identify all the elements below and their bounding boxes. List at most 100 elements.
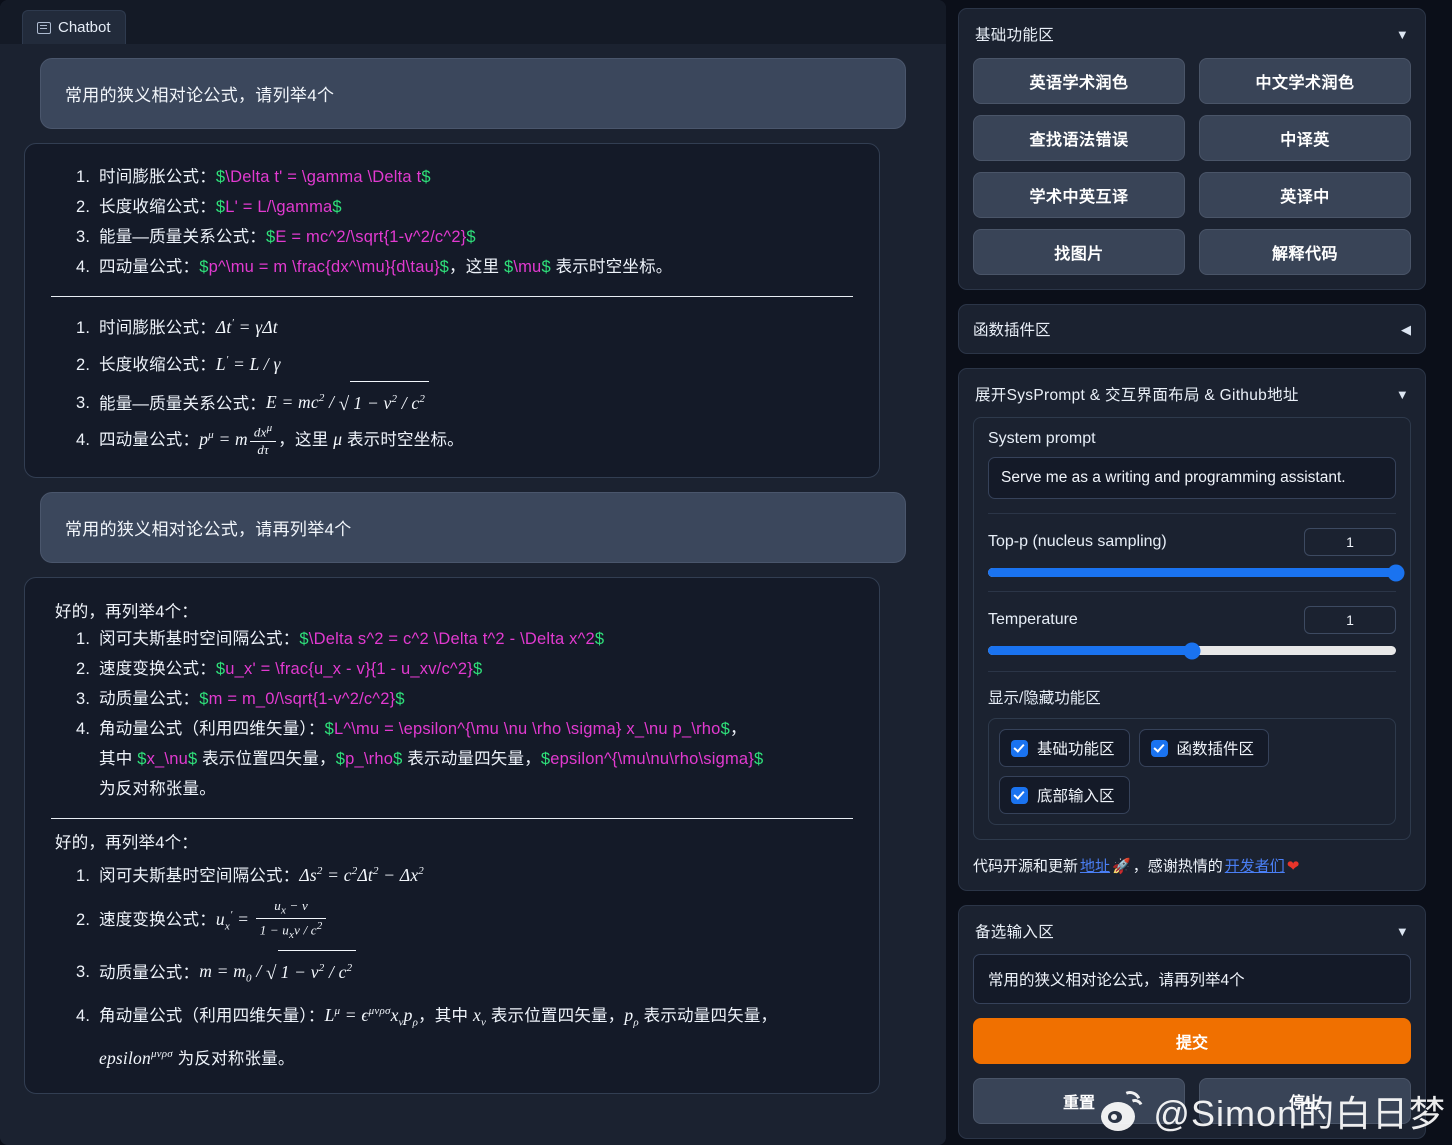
chatbot-tabbar: Chatbot	[0, 0, 946, 44]
item-suffix2: 表示时空坐标。	[550, 258, 673, 276]
reset-button[interactable]: 重置	[973, 1078, 1185, 1124]
checkbox-plugin-area[interactable]: 函数插件区	[1138, 729, 1270, 767]
btn-chinese-to-english[interactable]: 中译英	[1199, 115, 1411, 161]
checkmark-icon	[1011, 786, 1028, 804]
chevron-down-icon[interactable]: ▼	[1396, 28, 1409, 41]
repo-link[interactable]: 地址	[1080, 855, 1110, 876]
app-root: Chatbot 常用的狭义相对论公式，请列举4个 时间膨胀公式：$\Delta …	[0, 0, 1452, 1145]
sidebar: 基础功能区 ▼ 英语学术润色 中文学术润色 查找语法错误 中译英 学术中英互译 …	[958, 0, 1440, 1145]
list-item: 四动量公式：$p^\mu = m \frac{dx^\mu}{d\tau}$，这…	[95, 252, 859, 282]
topp-label: Top-p (nucleus sampling)	[988, 533, 1167, 550]
stop-button[interactable]: 停止	[1199, 1078, 1411, 1124]
latex-source-list: 闵可夫斯基时空间隔公式：$\Delta s^2 = c^2 \Delta t^2…	[45, 624, 859, 804]
user-bubble: 常用的狭义相对论公式，请再列举4个	[40, 492, 906, 564]
system-prompt-input[interactable]: Serve me as a writing and programming as…	[988, 457, 1396, 499]
latex-source-list: 时间膨胀公式：$\Delta t' = \gamma \Delta t$ 长度收…	[45, 162, 859, 282]
item-cont: 其中	[434, 1006, 473, 1025]
item-prefix: 四动量公式：	[99, 431, 200, 450]
item-prefix: 时间膨胀公式：	[99, 318, 216, 337]
btn-find-image[interactable]: 找图片	[973, 229, 1185, 275]
credit-middle: ，感谢热情的	[1132, 858, 1223, 875]
plugin-panel-header[interactable]: 函数插件区 ◀	[958, 304, 1426, 354]
visibility-title: 显示/隐藏功能区	[988, 690, 1101, 707]
item-prefix: 能量—质量关系公式：	[99, 228, 266, 246]
item-suffix: ，这里	[278, 431, 334, 450]
alt-input-actions: 重置 停止	[973, 1078, 1411, 1124]
alt-input-textbox[interactable]: 常用的狭义相对论公式，请再列举4个	[973, 954, 1411, 1004]
submit-button[interactable]: 提交	[973, 1018, 1411, 1064]
source-render-divider	[51, 296, 853, 297]
temperature-slider-thumb[interactable]	[1183, 642, 1201, 659]
list-item: 长度收缩公式：$L' = L/\gamma$	[95, 192, 859, 222]
bot-bubble: 好的，再列举4个： 闵可夫斯基时空间隔公式：$\Delta s^2 = c^2 …	[24, 577, 880, 1095]
item-sep: ，	[418, 1006, 435, 1025]
item-prefix: 闵可夫斯基时空间隔公式：	[99, 630, 300, 649]
item-prefix: 时间膨胀公式：	[99, 168, 216, 186]
chat-message-bot: 时间膨胀公式：$\Delta t' = \gamma \Delta t$ 长度收…	[18, 143, 928, 479]
btn-academic-bidirectional-translate[interactable]: 学术中英互译	[973, 172, 1185, 218]
list-item: 能量—质量关系公式：E = mc2 / √1 − v2 / c2	[95, 380, 859, 420]
btn-find-grammar-errors[interactable]: 查找语法错误	[973, 115, 1185, 161]
basic-functions-header[interactable]: 基础功能区 ▼	[973, 21, 1411, 45]
item-prefix: 动质量公式：	[99, 963, 200, 982]
bot-bubble: 时间膨胀公式：$\Delta t' = \gamma \Delta t$ 长度收…	[24, 143, 880, 479]
bot-rendered-intro: 好的，再列举4个：	[55, 834, 198, 853]
item-cont: 表示位置四矢量，	[197, 750, 336, 769]
chevron-down-icon[interactable]: ▼	[1396, 388, 1409, 401]
checkbox-label: 底部输入区	[1037, 788, 1115, 805]
chat-message-user: 常用的狭义相对论公式，请列举4个	[18, 58, 928, 129]
heart-icon: ❤	[1286, 857, 1300, 875]
temperature-slider[interactable]	[988, 642, 1396, 659]
temperature-value-box[interactable]: 1	[1304, 606, 1396, 634]
item-prefix: 角动量公式（利用四维矢量）：	[99, 1006, 325, 1025]
item-prefix: 闵可夫斯基时空间隔公式：	[99, 867, 300, 886]
chevron-left-icon[interactable]: ◀	[1401, 323, 1411, 336]
list-item: 角动量公式（利用四维矢量）：$L^\mu = \epsilon^{\mu \nu…	[95, 714, 859, 804]
sysprompt-panel-header[interactable]: 展开SysPrompt & 交互界面布局 & Github地址 ▼	[973, 381, 1411, 405]
checkbox-bottom-input-area[interactable]: 底部输入区	[999, 776, 1130, 814]
user-message-text: 常用的狭义相对论公式，请列举4个	[65, 86, 335, 105]
btn-english-polish[interactable]: 英语学术润色	[973, 58, 1185, 104]
sysprompt-panel-title: 展开SysPrompt & 交互界面布局 & Github地址	[975, 387, 1299, 404]
chat-window-icon	[37, 21, 51, 34]
visibility-group: 显示/隐藏功能区 基础功能区 函数插件区 底部输入区	[988, 671, 1396, 825]
checkmark-icon	[1011, 739, 1028, 757]
list-item: 动质量公式：$m = m_0/\sqrt{1-v^2/c^2}$	[95, 684, 859, 714]
source-render-divider	[51, 818, 853, 820]
developers-link[interactable]: 开发者们	[1225, 855, 1285, 876]
item-cont: 为反对称张量。	[177, 1050, 295, 1069]
item-suffix2: 表示时空坐标。	[342, 431, 464, 450]
tab-chatbot[interactable]: Chatbot	[22, 10, 126, 44]
list-item: 四动量公式：pμ = mdxμdτ，这里 μ 表示时空坐标。	[95, 419, 859, 459]
temperature-slider-fill	[988, 646, 1192, 655]
chevron-down-icon[interactable]: ▼	[1396, 925, 1409, 938]
plugin-panel-title: 函数插件区	[973, 322, 1051, 339]
list-item: 速度变换公式：$u_x' = \frac{u_x - v}{1 - u_xv/c…	[95, 654, 859, 684]
checkbox-basic-functions[interactable]: 基础功能区	[999, 729, 1130, 767]
item-cont: 表示动量四矢量，	[638, 1006, 778, 1025]
topp-slider-thumb[interactable]	[1387, 564, 1405, 581]
system-prompt-label: System prompt	[988, 430, 1096, 447]
chat-message-user: 常用的狭义相对论公式，请再列举4个	[18, 492, 928, 564]
temperature-slider-block: Temperature 1	[988, 591, 1396, 659]
btn-chinese-polish[interactable]: 中文学术润色	[1199, 58, 1411, 104]
chat-message-list: 常用的狭义相对论公式，请列举4个 时间膨胀公式：$\Delta t' = \ga…	[0, 44, 946, 1145]
alt-input-title: 备选输入区	[975, 924, 1055, 941]
tab-chatbot-label: Chatbot	[58, 18, 111, 36]
list-item: 长度收缩公式：L′ = L / γ	[95, 344, 859, 381]
topp-value-box[interactable]: 1	[1304, 528, 1396, 556]
checkbox-label: 基础功能区	[1037, 741, 1115, 758]
btn-english-to-chinese[interactable]: 英译中	[1199, 172, 1411, 218]
temperature-label: Temperature	[988, 611, 1078, 628]
alt-input-panel: 备选输入区 ▼ 常用的狭义相对论公式，请再列举4个 提交 重置 停止	[958, 905, 1426, 1139]
btn-explain-code[interactable]: 解释代码	[1199, 229, 1411, 275]
alt-input-header[interactable]: 备选输入区 ▼	[973, 918, 1411, 942]
topp-row: Top-p (nucleus sampling) 1	[988, 528, 1396, 556]
list-item: 时间膨胀公式：$\Delta t' = \gamma \Delta t$	[95, 162, 859, 192]
list-item: 闵可夫斯基时空间隔公式：Δs2 = c2Δt2 − Δx2	[95, 855, 859, 892]
topp-slider[interactable]	[988, 564, 1405, 581]
list-item: 时间膨胀公式：Δt′ = γΔt	[95, 307, 859, 344]
list-item: 动质量公式：m = m0 / √1 − v2 / c2	[95, 949, 859, 995]
item-prefix: 能量—质量关系公式：	[99, 394, 266, 413]
basic-functions-grid: 英语学术润色 中文学术润色 查找语法错误 中译英 学术中英互译 英译中 找图片 …	[973, 58, 1411, 275]
